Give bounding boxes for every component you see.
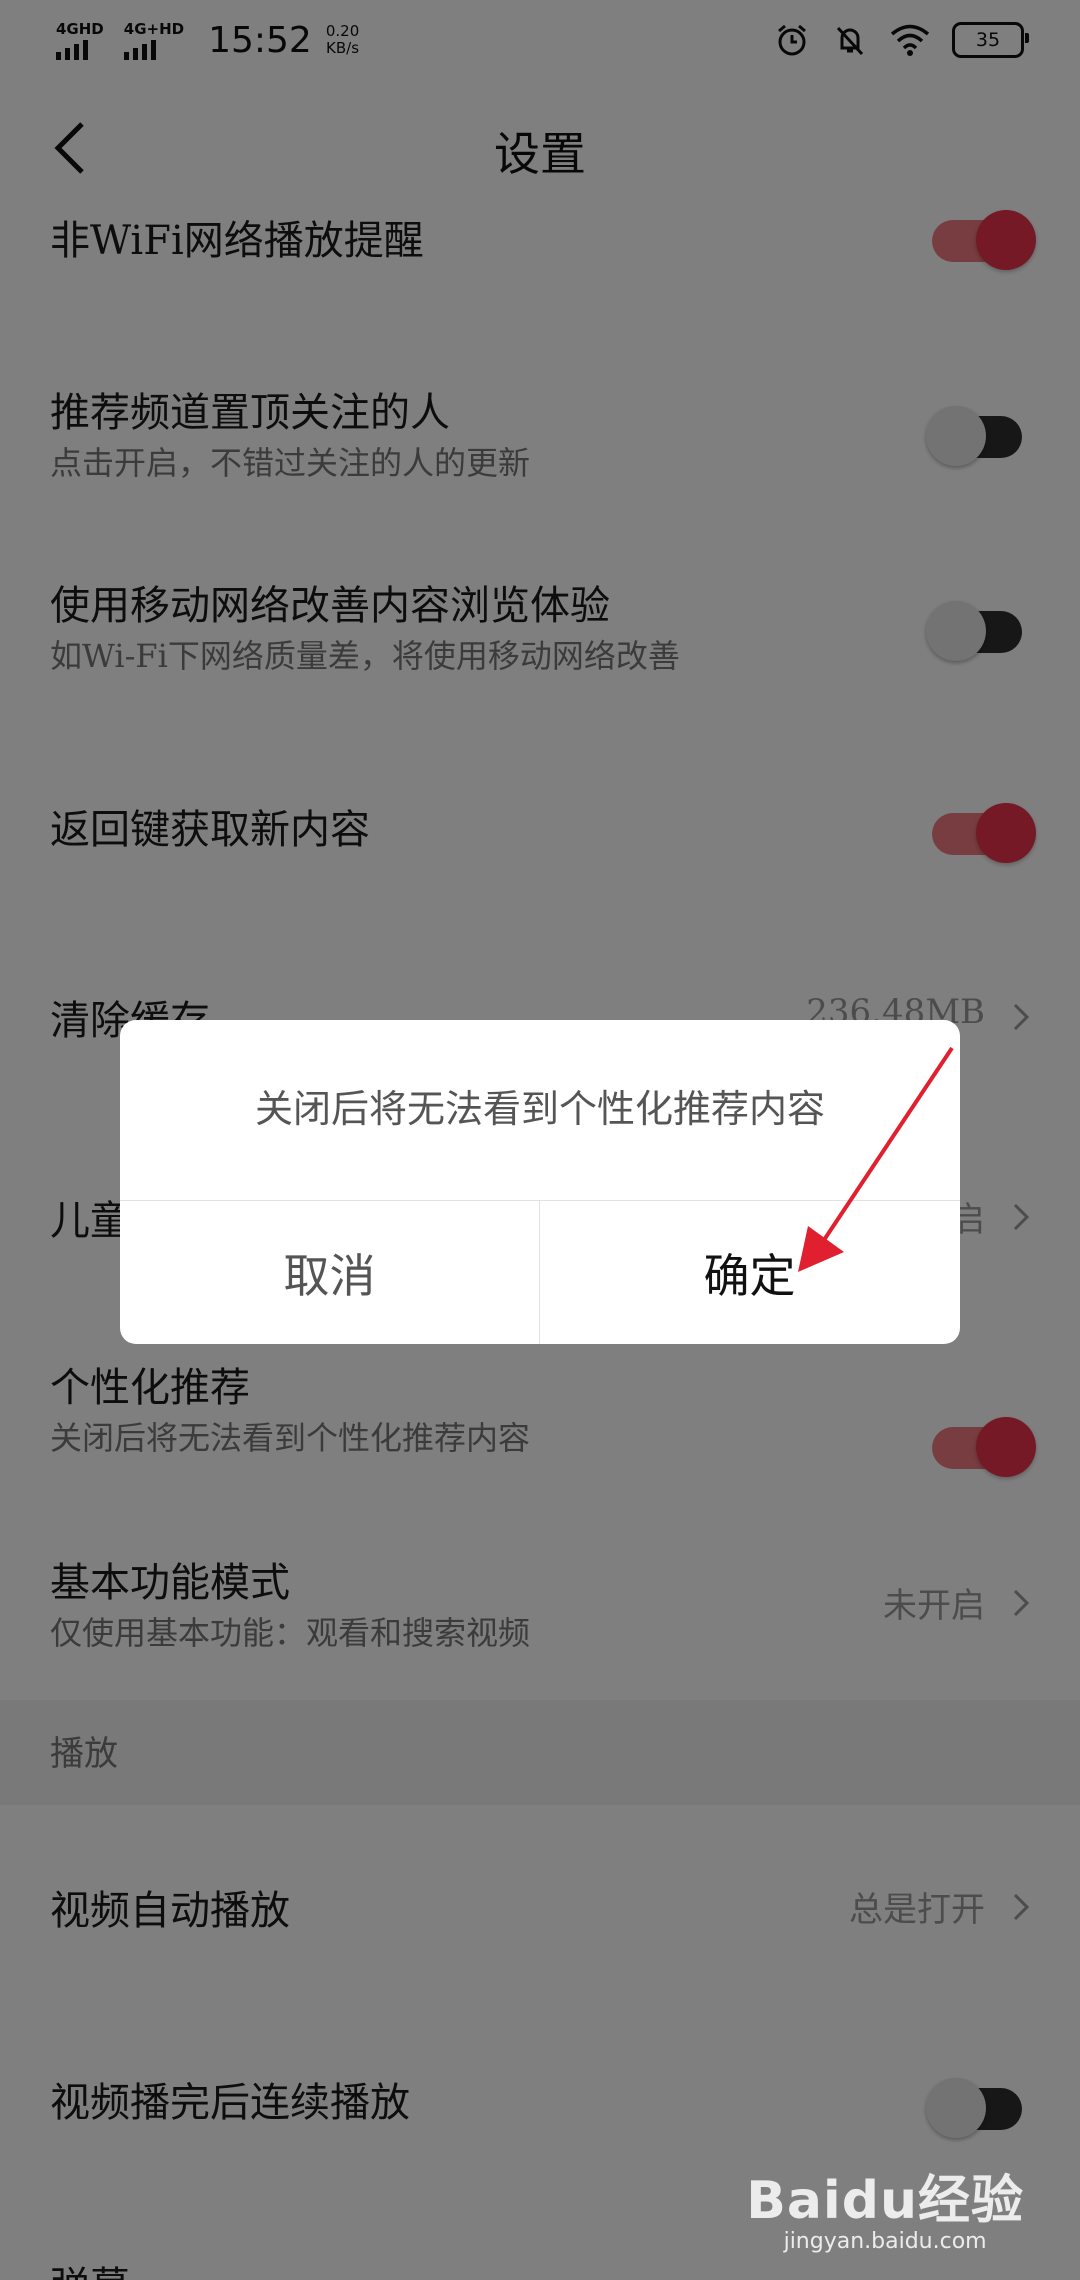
watermark-site: jingyan.baidu.com — [783, 2229, 987, 2254]
baidu-watermark: Baidu经验 jingyan.baidu.com — [746, 2158, 1024, 2254]
watermark-logo: Baidu经验 — [746, 2171, 1024, 2231]
annotation-arrow-icon — [798, 1046, 954, 1272]
cancel-button[interactable]: 取消 — [120, 1201, 539, 1344]
